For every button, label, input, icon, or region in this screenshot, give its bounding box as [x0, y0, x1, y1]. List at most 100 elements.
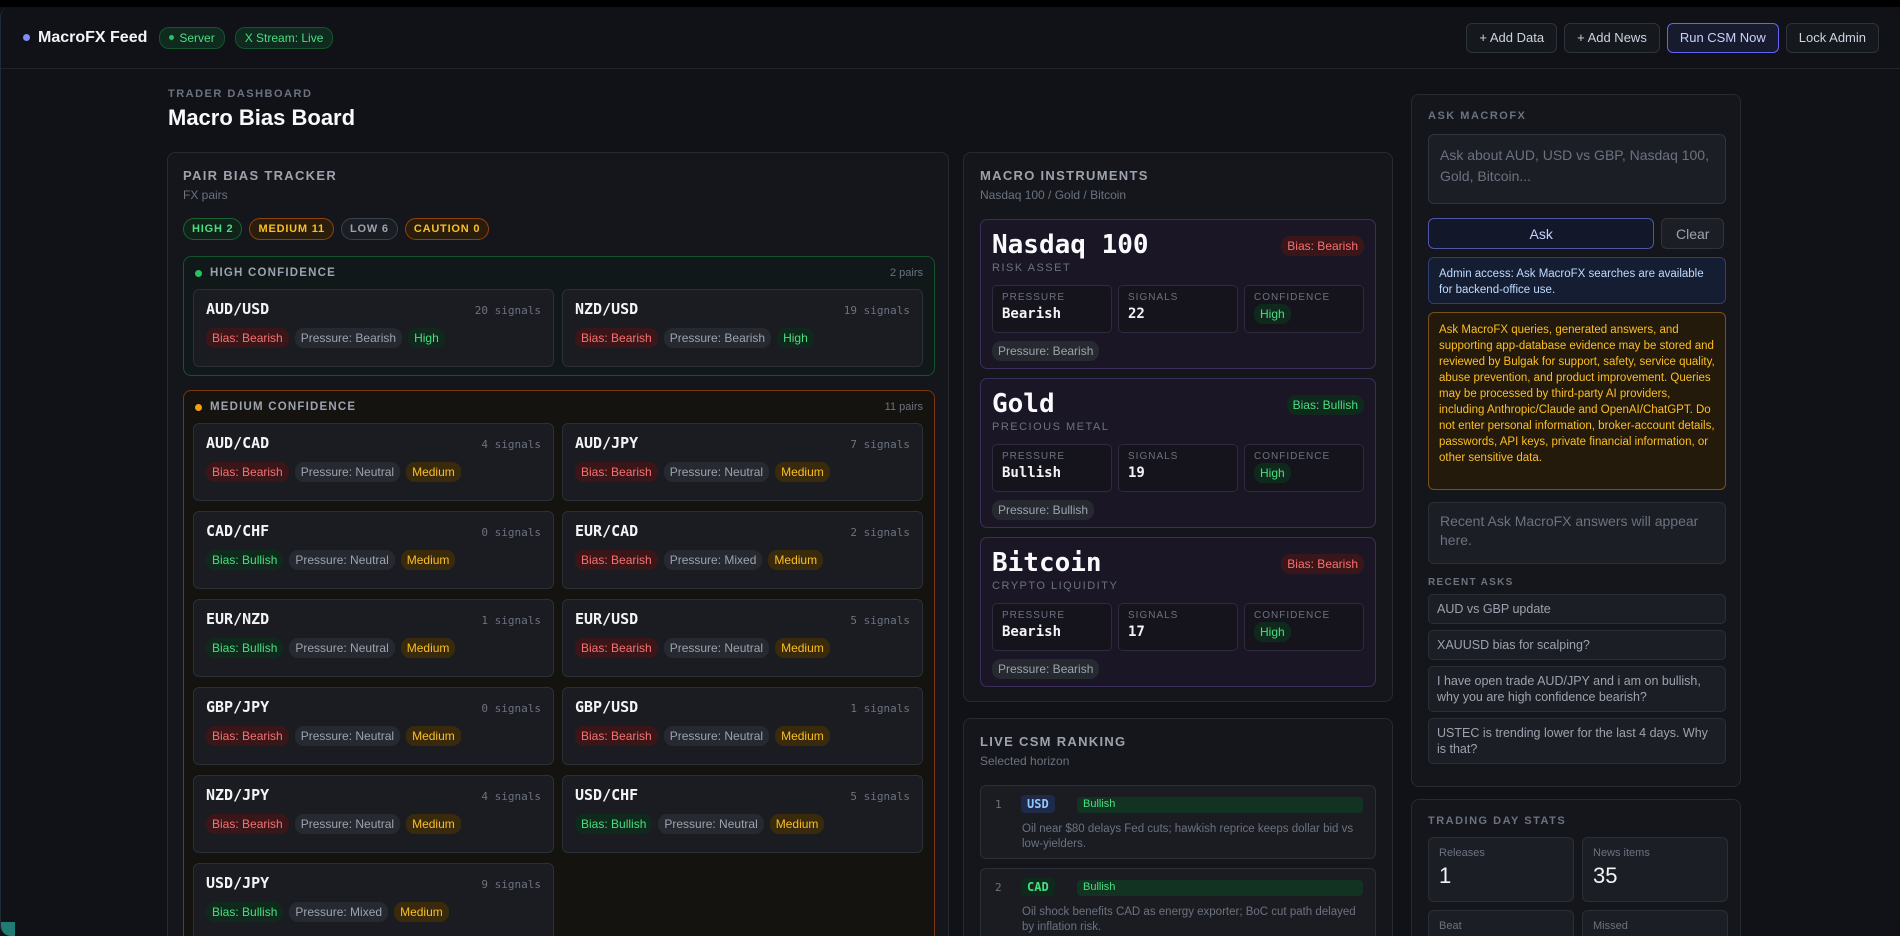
- recent-ask-item[interactable]: AUD vs GBP update: [1428, 594, 1726, 624]
- confidence-badge: Medium: [769, 814, 825, 834]
- page-eyebrow: TRADER DASHBOARD: [168, 88, 313, 100]
- clear-button[interactable]: Clear: [1661, 218, 1724, 249]
- instrument-category: RISK ASSET: [992, 262, 1072, 274]
- instrument-header: Nasdaq 100 Bias: Bearish: [992, 230, 1364, 260]
- confidence-badge: Medium: [775, 638, 830, 658]
- pair-card[interactable]: CAD/CHF 0 signals Bias: Bullish Pressure: N…: [193, 511, 554, 589]
- pair-tags: Bias: Bullish Pressure: Neutral Medium: [206, 638, 541, 658]
- bias-badge: Bias: Bearish: [575, 638, 658, 658]
- filter-high-chip[interactable]: HIGH 2: [183, 218, 243, 240]
- pressure-badge: Pressure: Neutral: [294, 462, 401, 482]
- confidence-stat: CONFIDENCE High: [1244, 444, 1364, 492]
- recent-answers-placeholder: Recent Ask MacroFX answers will appear h…: [1428, 502, 1726, 564]
- pair-card[interactable]: EUR/NZD 1 signals Bias: Bullish Pressure: N…: [193, 599, 554, 677]
- lock-admin-button[interactable]: Lock Admin: [1785, 22, 1879, 53]
- pressure-badge: Pressure: Bearish: [992, 341, 1100, 361]
- pressure-badge: Pressure: Bearish: [992, 659, 1100, 679]
- instrument-card[interactable]: Bitcoin Bias: Bearish CRYPTO LIQUIDITY PRES…: [980, 537, 1376, 687]
- pair-card[interactable]: GBP/JPY 0 signals Bias: Bearish Pressure: N…: [193, 687, 554, 765]
- pressure-badge: Pressure: Mixed: [663, 550, 763, 570]
- tracker-title: PAIR BIAS TRACKER: [183, 168, 338, 183]
- pair-card[interactable]: GBP/USD 1 signals Bias: Bearish Pressure: N…: [562, 687, 923, 765]
- pair-name: GBP/JPY: [206, 698, 270, 716]
- signal-count: 0 signals: [481, 526, 541, 539]
- bias-badge: Bias: Bearish: [575, 462, 658, 482]
- stat-value: 19: [1128, 465, 1145, 481]
- signal-count: 1 signals: [481, 614, 541, 627]
- instrument-card[interactable]: Nasdaq 100 Bias: Bearish RISK ASSET PRESSUR…: [980, 219, 1376, 369]
- add-data-button[interactable]: + Add Data: [1466, 22, 1558, 53]
- csm-ranking-panel: LIVE CSM RANKING Selected horizon 1 USD Bu…: [963, 718, 1393, 936]
- pair-card-header: EUR/CAD 2 signals: [575, 522, 910, 540]
- confidence-badge: High: [408, 328, 445, 348]
- ask-input[interactable]: [1428, 134, 1726, 204]
- group-label: HIGH CONFIDENCE: [210, 267, 336, 279]
- group-label: MEDIUM CONFIDENCE: [210, 401, 357, 413]
- recent-ask-item[interactable]: XAUUSD bias for scalping?: [1428, 630, 1726, 660]
- add-news-button[interactable]: + Add News: [1564, 22, 1660, 53]
- currency-badge: USD: [1021, 795, 1055, 813]
- pressure-badge: Pressure: Neutral: [294, 726, 401, 746]
- stat-label: News items: [1593, 847, 1650, 859]
- signal-count: 1 signals: [850, 702, 910, 715]
- signal-count: 7 signals: [850, 438, 910, 451]
- window-top-strip: [0, 0, 1900, 7]
- pair-card[interactable]: NZD/USD 19 signals Bias: Bearish Pressure: …: [562, 289, 923, 367]
- filter-caution-chip[interactable]: CAUTION 0: [404, 218, 490, 240]
- pair-card[interactable]: EUR/CAD 2 signals Bias: Bearish Pressure: M…: [562, 511, 923, 589]
- stat-missed: Missed: [1582, 910, 1728, 936]
- stat-value: 22: [1128, 306, 1145, 322]
- csm-row[interactable]: 2 CAD Bullish Oil shock benefits CAD as ene…: [980, 868, 1376, 936]
- strength-label: Bullish: [1083, 798, 1116, 810]
- filter-low-chip[interactable]: LOW 6: [340, 218, 398, 240]
- confidence-stat: CONFIDENCE High: [1244, 603, 1364, 651]
- signals-stat: SIGNALS 17: [1118, 603, 1238, 651]
- pressure-stat: PRESSURE Bearish: [992, 603, 1112, 651]
- instruments-subtitle: Nasdaq 100 / Gold / Bitcoin: [980, 188, 1127, 202]
- csm-subtitle: Selected horizon: [980, 754, 1070, 768]
- pair-card[interactable]: AUD/CAD 4 signals Bias: Bearish Pressure: N…: [193, 423, 554, 501]
- pair-card-header: AUD/CAD 4 signals: [206, 434, 541, 452]
- signals-stat: SIGNALS 22: [1118, 285, 1238, 333]
- pair-card[interactable]: USD/CHF 5 signals Bias: Bullish Pressure: N…: [562, 775, 923, 853]
- stat-value: 1: [1439, 863, 1452, 888]
- pair-card[interactable]: AUD/USD 20 signals Bias: Bearish Pressure: …: [193, 289, 554, 367]
- instrument-category: PRECIOUS METAL: [992, 421, 1110, 433]
- medium-dot-icon: [195, 403, 202, 411]
- ask-button[interactable]: Ask: [1428, 218, 1655, 249]
- recent-ask-item[interactable]: I have open trade AUD/JPY and i am on bu…: [1428, 666, 1726, 712]
- pressure-badge: Pressure: Neutral: [663, 638, 770, 658]
- pair-card[interactable]: EUR/USD 5 signals Bias: Bearish Pressure: N…: [562, 599, 923, 677]
- instrument-card[interactable]: Gold Bias: Bullish PRECIOUS METAL PRESSURE B…: [980, 378, 1376, 528]
- pair-card-header: USD/CHF 5 signals: [575, 786, 910, 804]
- csm-row[interactable]: 1 USD Bullish Oil near $80 delays Fed cuts;…: [980, 785, 1376, 859]
- confidence-badge: High: [777, 328, 814, 348]
- stat-label: Beat: [1439, 920, 1462, 932]
- confidence-badge: Medium: [394, 902, 449, 922]
- pair-tags: Bias: Bearish Pressure: Neutral Medium: [206, 814, 541, 834]
- pair-card-header: NZD/JPY 4 signals: [206, 786, 541, 804]
- pair-card-header: EUR/NZD 1 signals: [206, 610, 541, 628]
- run-csm-button[interactable]: Run CSM Now: [1666, 22, 1779, 53]
- pair-name: AUD/JPY: [575, 434, 639, 452]
- stat-label: CONFIDENCE: [1254, 610, 1331, 621]
- filter-medium-chip[interactable]: MEDIUM 11: [249, 218, 334, 240]
- ask-actions: Ask Clear: [1428, 218, 1724, 249]
- stat-value-wrap: High: [1254, 463, 1354, 483]
- pair-tags: Bias: Bearish Pressure: Neutral Medium: [575, 726, 910, 746]
- confidence-badge: Medium: [400, 638, 456, 658]
- bias-badge: Bias: Bearish: [206, 726, 289, 746]
- stat-beat: Beat: [1428, 910, 1574, 936]
- instrument-name: Gold: [992, 389, 1055, 419]
- confidence-filter-chips: HIGH 2 MEDIUM 11 LOW 6 CAUTION 0: [183, 218, 933, 240]
- recent-ask-item[interactable]: USTEC is trending lower for the last 4 d…: [1428, 718, 1726, 764]
- pair-name: NZD/JPY: [206, 786, 270, 804]
- pair-card-header: USD/JPY 9 signals: [206, 874, 541, 892]
- pair-card[interactable]: NZD/JPY 4 signals Bias: Bearish Pressure: N…: [193, 775, 554, 853]
- pair-name: USD/CHF: [575, 786, 639, 804]
- pressure-badge: Pressure: Neutral: [663, 462, 770, 482]
- pair-card[interactable]: USD/JPY 9 signals Bias: Bullish Pressure: M…: [193, 863, 554, 936]
- stat-value: 17: [1128, 624, 1145, 640]
- confidence-badge: Medium: [775, 462, 830, 482]
- pair-card[interactable]: AUD/JPY 7 signals Bias: Bearish Pressure: N…: [562, 423, 923, 501]
